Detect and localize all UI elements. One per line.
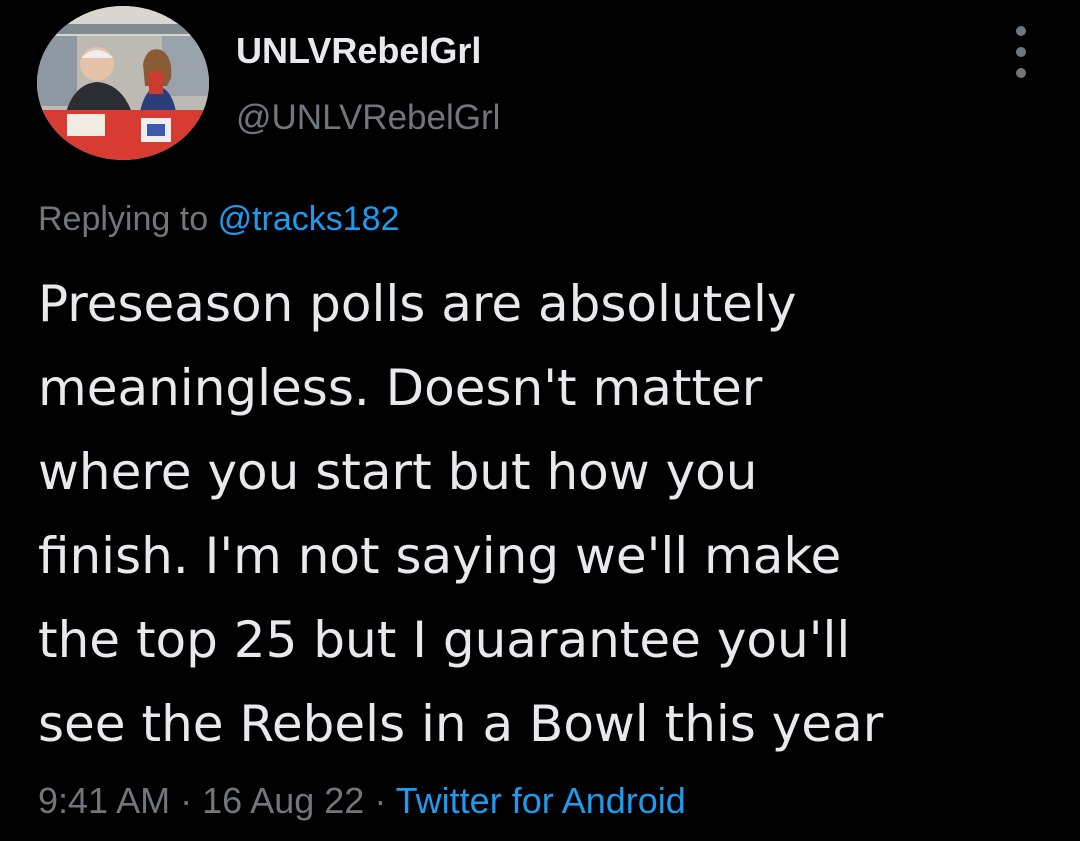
tweet-time[interactable]: 9:41 AM <box>38 780 170 821</box>
meta-separator: · <box>374 780 387 821</box>
handle[interactable]: @UNLVRebelGrl <box>236 98 500 138</box>
replying-to: Replying to @tracks182 <box>38 200 399 239</box>
meta-separator: · <box>180 780 193 821</box>
tweet-text-line: meaningless. Doesn't matter <box>38 359 763 417</box>
tweet-meta: 9:41 AM · 16 Aug 22 · Twitter for Androi… <box>38 780 686 822</box>
tweet-source-link[interactable]: Twitter for Android <box>396 780 686 821</box>
tweet-text-line: Preseason polls are absolutely <box>38 275 797 333</box>
tweet-text-line: the top 25 but I guarantee you'll <box>38 611 851 669</box>
more-options-button[interactable] <box>1004 26 1038 78</box>
more-vertical-icon-dot <box>1016 68 1026 78</box>
more-vertical-icon-dot <box>1016 26 1026 36</box>
tweet-date[interactable]: 16 Aug 22 <box>202 780 364 821</box>
more-vertical-icon-dot <box>1016 47 1026 57</box>
display-name[interactable]: UNLVRebelGrl <box>236 30 481 72</box>
avatar[interactable] <box>37 6 209 160</box>
tweet-text-line: finish. I'm not saying we'll make <box>38 527 842 585</box>
replying-to-label: Replying to <box>38 200 209 238</box>
tweet-text-line: where you start but how you <box>38 443 758 501</box>
tweet-text: Preseason polls are absolutely meaningle… <box>38 262 1048 766</box>
reply-mention-link[interactable]: @tracks182 <box>218 200 400 238</box>
tweet-text-line: see the Rebels in a Bowl this year <box>38 695 884 753</box>
profile-photo-icon <box>37 6 209 160</box>
tweet: UNLVRebelGrl @UNLVRebelGrl Replying to @… <box>0 0 1080 841</box>
